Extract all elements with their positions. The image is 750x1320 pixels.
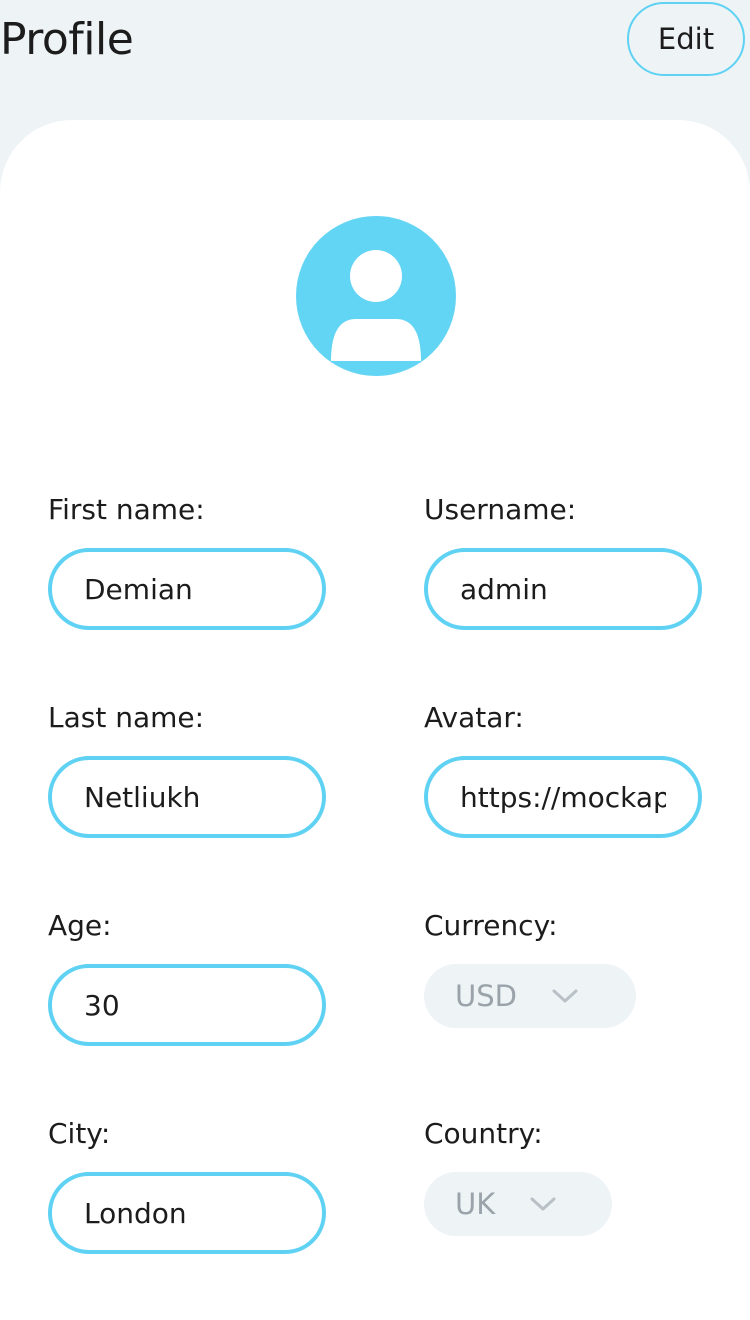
edit-button[interactable]: Edit [627, 2, 745, 76]
page-title: Profile [0, 14, 134, 65]
currency-selected-value: USD [455, 979, 517, 1013]
country-select[interactable]: UK [424, 1172, 612, 1236]
first-name-label: First name: [48, 493, 205, 526]
first-name-field[interactable] [48, 548, 326, 630]
currency-select[interactable]: USD [424, 964, 636, 1028]
country-label: Country: [424, 1117, 543, 1150]
chevron-down-icon [552, 989, 578, 1003]
avatar-url-field[interactable] [424, 756, 702, 838]
age-label: Age: [48, 909, 112, 942]
age-field[interactable] [48, 964, 326, 1046]
username-field[interactable] [424, 548, 702, 630]
last-name-field[interactable] [48, 756, 326, 838]
avatar-url-label: Avatar: [424, 701, 524, 734]
last-name-label: Last name: [48, 701, 205, 734]
city-label: City: [48, 1117, 111, 1150]
chevron-down-icon [530, 1197, 556, 1211]
country-selected-value: UK [455, 1187, 496, 1221]
user-avatar-icon [296, 216, 456, 376]
currency-label: Currency: [424, 909, 558, 942]
username-label: Username: [424, 493, 577, 526]
city-field[interactable] [48, 1172, 326, 1254]
